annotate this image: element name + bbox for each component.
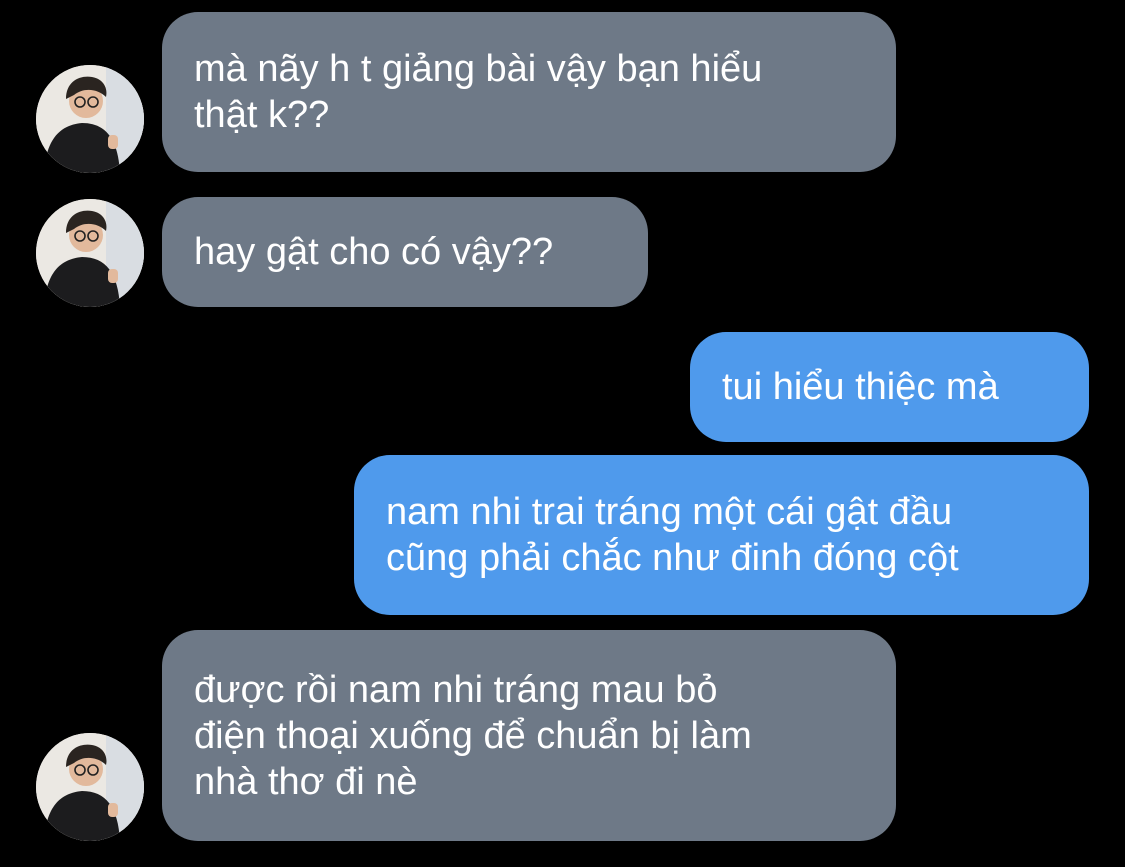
sent-message-bubble[interactable]: nam nhi trai tráng một cái gật đầu cũng … (354, 455, 1089, 615)
message-text: tui hiểu thiệc mà (722, 366, 999, 408)
avatar-photo-icon (36, 199, 144, 307)
message-text: nam nhi trai tráng một cái gật đầu cũng … (386, 491, 959, 579)
received-message-bubble[interactable]: hay gật cho có vậy?? (162, 197, 648, 307)
avatar-photo-icon (36, 733, 144, 841)
contact-avatar[interactable] (36, 733, 144, 841)
avatar-photo-icon (36, 65, 144, 173)
sent-message-bubble[interactable]: tui hiểu thiệc mà (690, 332, 1089, 442)
contact-avatar[interactable] (36, 65, 144, 173)
contact-avatar[interactable] (36, 199, 144, 307)
message-thread: mà nãy h t giảng bài vậy bạn hiểu thật k… (0, 0, 1125, 867)
message-text: mà nãy h t giảng bài vậy bạn hiểu thật k… (194, 48, 763, 136)
message-text: hay gật cho có vậy?? (194, 231, 554, 273)
received-message-bubble[interactable]: mà nãy h t giảng bài vậy bạn hiểu thật k… (162, 12, 896, 172)
message-text: được rồi nam nhi tráng mau bỏ điện thoại… (194, 668, 752, 803)
received-message-bubble[interactable]: được rồi nam nhi tráng mau bỏ điện thoại… (162, 630, 896, 841)
